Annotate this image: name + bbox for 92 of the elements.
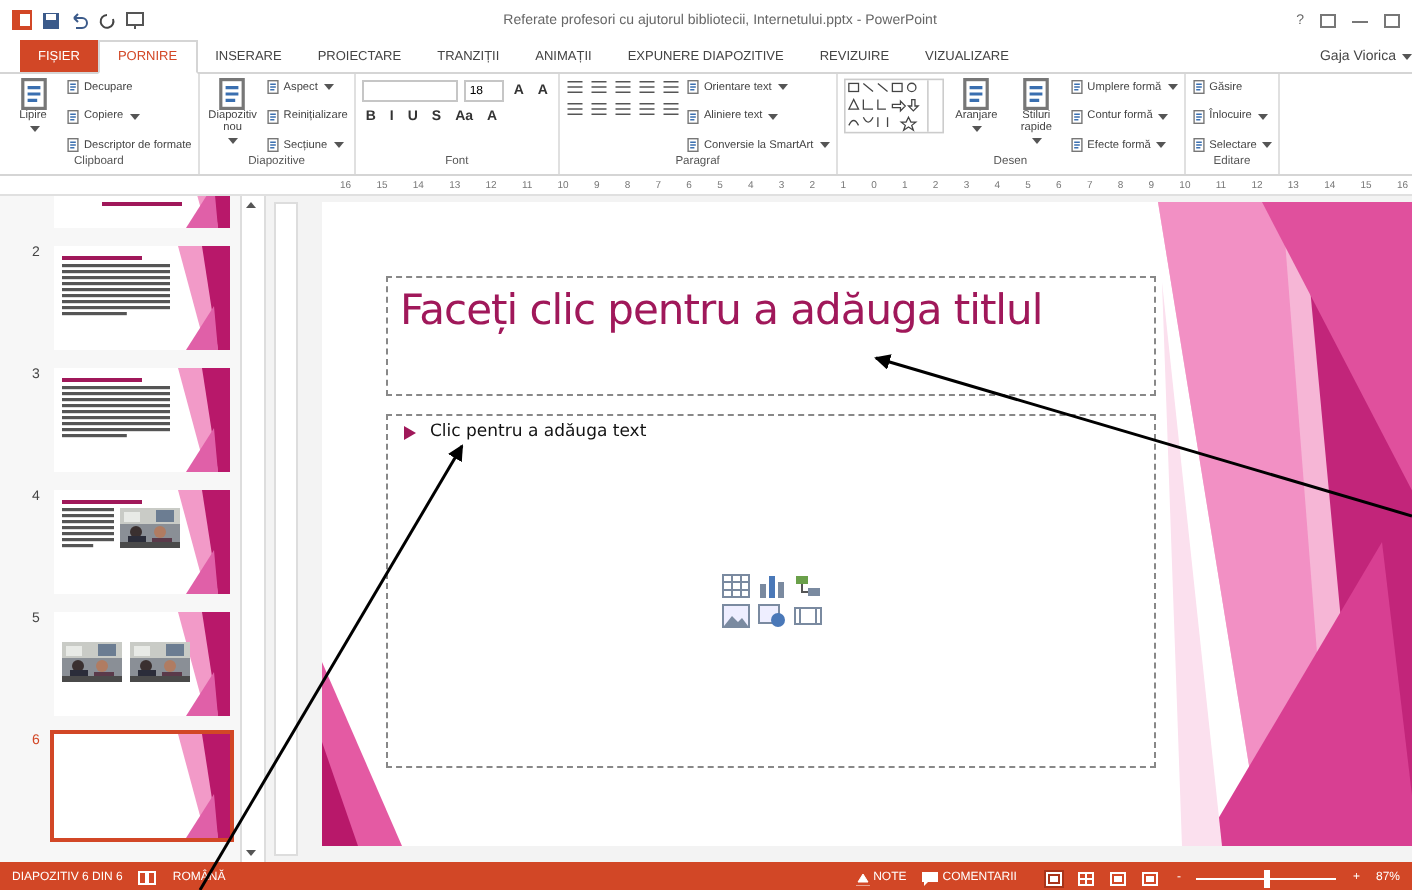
view-button[interactable] [1076,869,1097,887]
zoom-slider-thumb[interactable] [1263,869,1270,887]
view-button[interactable] [1140,869,1161,887]
document-icon [685,138,700,152]
book-icon[interactable] [138,870,157,886]
document-icon [216,78,249,110]
text-lines-drawing [62,386,170,440]
document-icon [1191,138,1206,152]
shapes-gallery-drawing[interactable] [843,78,944,134]
document-icon [66,80,80,94]
content-placeholder[interactable]: Clic pentru a adăuga text [386,414,1156,768]
lines-icon[interactable] [565,80,584,94]
bullet-icon [404,425,416,439]
caret-icon [1167,84,1178,90]
slide-design-drawing [178,490,230,594]
lines-icon[interactable] [661,80,680,94]
image-icon[interactable] [721,604,749,628]
slide-thumbnail[interactable] [54,734,230,838]
caret-icon [777,84,788,90]
document-icon [265,109,280,123]
caret-icon [1262,142,1273,148]
save-icon[interactable] [42,11,60,29]
maximize-icon[interactable] [1384,13,1400,27]
slide-design-drawing [178,368,230,472]
font-field[interactable] [361,80,458,102]
scrollbar[interactable] [240,196,266,862]
document-icon [1020,78,1053,110]
title-line-drawing [62,500,142,504]
slide-design-drawing [178,246,230,350]
document-icon [265,80,280,94]
ribbon-options-icon[interactable] [1320,13,1336,27]
lines-icon[interactable] [565,102,584,116]
bar-chart-icon[interactable] [757,574,785,598]
view-button[interactable] [1044,869,1065,887]
lines-icon[interactable] [589,80,608,94]
placeholder-text: Clic pentru a adăuga text [430,422,647,442]
lines-icon[interactable] [589,102,608,116]
title-placeholder[interactable]: Faceți clic pentru a adăuga titlul [386,276,1156,396]
view-button[interactable] [1108,869,1129,887]
document-icon [685,80,700,94]
text-lines-drawing [62,264,170,318]
table-icon[interactable] [721,574,749,598]
notes-icon [855,871,870,885]
caret-icon [323,84,334,90]
document-icon [1191,109,1206,123]
lines-icon[interactable] [613,80,632,94]
document-icon [265,138,280,152]
caret-icon [768,113,779,119]
caret-icon [228,137,239,144]
text-lines-drawing [62,508,114,550]
document-icon [1191,80,1206,94]
slide-thumbnail[interactable] [54,246,230,350]
document-icon [66,138,80,152]
caret-icon [1257,113,1268,119]
title-line-drawing [62,378,142,382]
caret-icon [1402,53,1412,59]
caret-icon [129,113,140,119]
slide-thumbnail[interactable] [54,368,230,472]
comment-icon [922,871,939,885]
document-icon [17,78,49,110]
caret-icon [819,142,830,148]
caret-icon [1158,113,1169,119]
lines-icon[interactable] [613,102,632,116]
caret-icon [1032,137,1043,144]
document-icon [1069,138,1084,152]
caret-icon [1156,142,1167,148]
undo-icon[interactable] [70,11,88,29]
slideshow-icon[interactable] [126,11,144,29]
slide-design-drawing [178,734,230,838]
slide-design-drawing [178,612,230,716]
caret-icon [972,125,983,132]
document-icon [960,78,993,110]
diagram-icon[interactable] [793,574,821,598]
view-icon [1046,871,1063,885]
document-icon [1069,80,1084,94]
view-icon [1078,871,1095,885]
document-icon [685,109,700,123]
redo-icon[interactable] [98,11,116,29]
app-logo-icon [12,10,32,30]
slide-thumbnail[interactable] [54,490,230,594]
image-icon[interactable] [757,604,785,628]
document-icon [66,109,80,123]
film-icon[interactable] [793,604,821,628]
lines-icon[interactable] [637,80,656,94]
caret-icon [29,125,39,132]
lines-icon[interactable] [637,102,656,116]
lines-icon[interactable] [661,102,680,116]
slide-thumbnail[interactable] [54,612,230,716]
title-line-drawing [62,256,142,260]
caret-icon [333,142,344,148]
title-line-drawing [102,202,182,206]
document-icon [1069,109,1084,123]
